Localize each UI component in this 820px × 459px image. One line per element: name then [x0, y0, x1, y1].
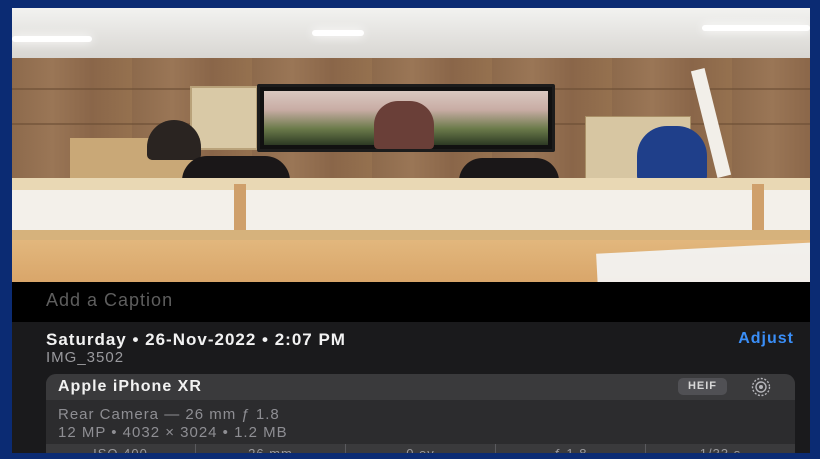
exif-row: ISO 400 26 mm 0 ev ƒ 1.8 1/33 s	[46, 444, 795, 453]
photo-desk-back	[12, 190, 810, 230]
photo-light	[702, 25, 810, 31]
photo-light	[12, 36, 92, 42]
exif-focal-length: 26 mm	[196, 444, 346, 453]
live-photo-icon[interactable]	[751, 377, 771, 397]
photo-person	[637, 126, 707, 182]
photo-tv-person	[374, 101, 434, 149]
image-specs: 12 MP • 4032 × 3024 • 1.2 MB	[58, 424, 288, 441]
camera-lens-info: Rear Camera — 26 mm ƒ 1.8	[58, 406, 280, 423]
format-badge: HEIF	[677, 378, 727, 395]
device-name: Apple iPhone XR	[58, 378, 202, 395]
photo-tv	[257, 84, 555, 152]
adjust-button[interactable]: Adjust	[738, 330, 794, 348]
exif-exposure-value: 0 ev	[346, 444, 496, 453]
metadata-card: Apple iPhone XR HEIF Rear Camera — 26 mm…	[46, 374, 795, 453]
photo-preview[interactable]	[12, 8, 810, 282]
exif-shutter-speed: 1/33 s	[646, 444, 795, 453]
photo-datetime: Saturday • 26-Nov-2022 • 2:07 PM	[46, 330, 346, 349]
photo-ceiling	[12, 8, 810, 58]
photo-tv-screen	[264, 91, 548, 149]
photo-filename: IMG_3502	[46, 349, 125, 366]
photo-info-screen: Add a Caption Saturday • 26-Nov-2022 • 2…	[12, 8, 810, 453]
photo-desk-edge	[12, 230, 810, 240]
screenshot-frame: Add a Caption Saturday • 26-Nov-2022 • 2…	[0, 0, 820, 459]
photo-desk-top	[12, 178, 810, 190]
caption-input[interactable]: Add a Caption	[46, 290, 173, 311]
exif-iso: ISO 400	[46, 444, 196, 453]
photo-light	[312, 30, 364, 36]
exif-aperture: ƒ 1.8	[496, 444, 646, 453]
